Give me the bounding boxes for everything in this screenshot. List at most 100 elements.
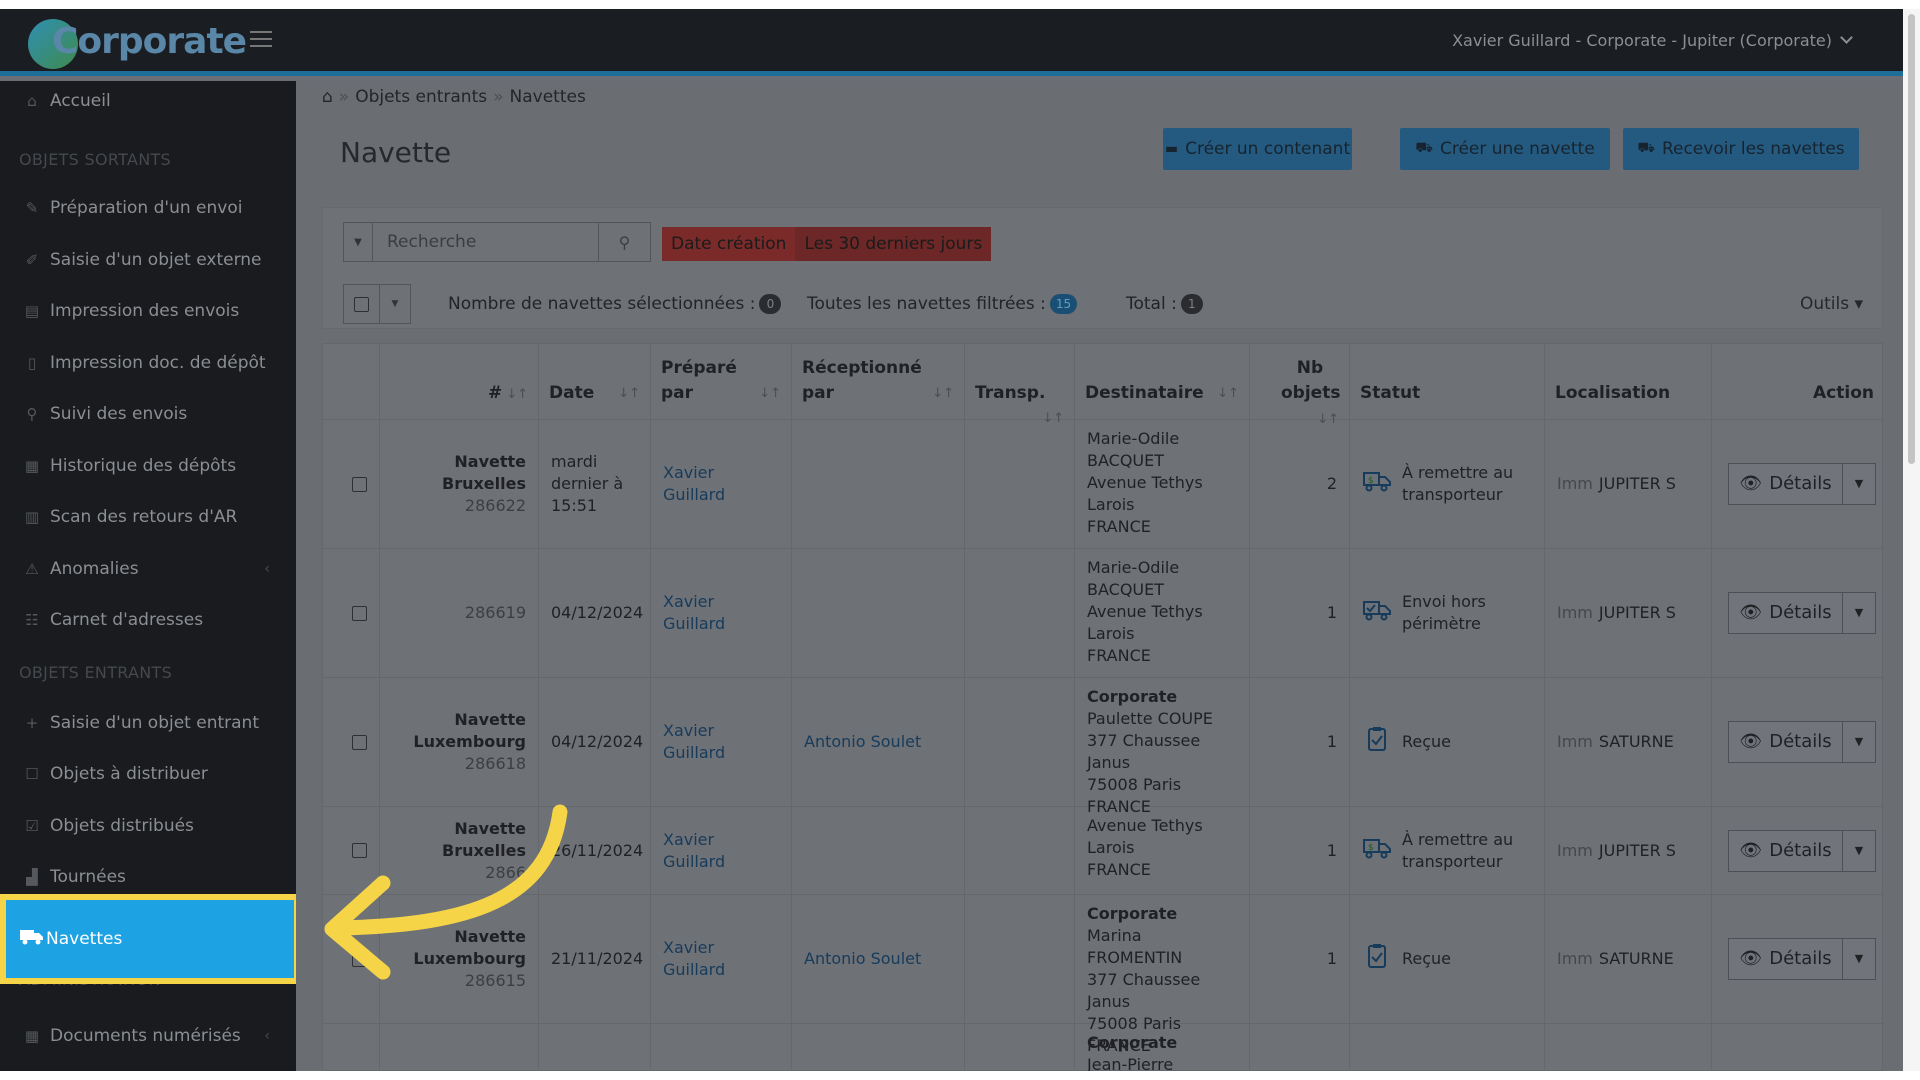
select-dropdown[interactable]: ▼ <box>380 285 410 323</box>
header-prepared[interactable]: Préparé par ↓↑ <box>651 344 792 420</box>
sidebar-item-navettes[interactable]: Navettes <box>0 894 300 984</box>
total-count: Total :1 <box>1126 294 1203 314</box>
sidebar-item-home[interactable]: ⌂ Accueil <box>0 81 296 121</box>
header-nb[interactable]: Nb objets↓↑ <box>1250 344 1350 427</box>
user-menu[interactable]: Xavier Guillard - Corporate - Jupiter (C… <box>1452 31 1853 50</box>
sidebar-item-addressbook[interactable]: ☷ Carnet d'adresses <box>0 600 296 640</box>
receive-shuttles-button[interactable]: ⛟ Recevoir les navettes <box>1623 128 1859 170</box>
header-id[interactable]: # ↓↑ <box>380 344 539 420</box>
sidebar-item-external[interactable]: ✐ Saisie d'un objet externe <box>0 240 296 280</box>
details-button[interactable]: 👁 Détails <box>1729 722 1843 762</box>
details-dropdown[interactable]: ▼ <box>1843 722 1875 762</box>
header-recipient[interactable]: Destinataire ↓↑ <box>1075 344 1250 420</box>
logo[interactable]: Corporate <box>28 13 247 69</box>
shuttle-id: 286622 <box>464 496 526 515</box>
sidebar-item-to-distribute[interactable]: ☐ Objets à distribuer <box>0 754 296 794</box>
row-checkbox[interactable] <box>352 734 367 750</box>
scrollbar[interactable] <box>1903 9 1920 1071</box>
header-select <box>323 344 380 420</box>
tools-dropdown[interactable]: Outils ▾ <box>1800 294 1863 314</box>
prepared-by-link[interactable]: Xavier Guillard <box>663 829 779 873</box>
details-button[interactable]: 👁 Détails <box>1729 830 1843 871</box>
cell-recipient: Corporate Marina FROMENTIN 377 Chaussee Ja… <box>1075 895 1250 1055</box>
status-text: À remettre au transporteur <box>1402 463 1514 504</box>
row-checkbox[interactable] <box>352 476 367 492</box>
prepared-by-link[interactable]: Xavier Guillard <box>663 720 779 764</box>
sidebar-item-history[interactable]: ▦ Historique des dépôts <box>0 446 296 486</box>
dest-line: Larois <box>1087 838 1135 857</box>
search-group: ▼ Recherche ⚲ <box>343 222 651 262</box>
dest-line: Jean-Pierre BRISSET <box>1087 1055 1174 1071</box>
create-container-button[interactable]: ▬ Créer un contenant <box>1163 128 1352 170</box>
details-dropdown[interactable]: ▼ <box>1843 464 1875 504</box>
cell-transp <box>965 549 1075 677</box>
row-select-cell <box>323 1024 380 1071</box>
details-button-group: 👁 Détails ▼ <box>1728 592 1876 634</box>
sidebar-item-prep[interactable]: ✎ Préparation d'un envoi <box>0 188 296 228</box>
table-row: Corporate Jean-Pierre BRISSET <box>323 1024 1884 1071</box>
date-filter-badge[interactable]: Date création Les 30 derniers jours <box>662 227 992 261</box>
sidebar-item-scanned-docs[interactable]: ▦ Documents numérisés ‹ <box>0 1016 296 1056</box>
cell-date: 21/11/2024 <box>539 895 651 1023</box>
header-date[interactable]: Date ↓↑ <box>539 344 651 420</box>
row-checkbox[interactable] <box>352 843 367 858</box>
prepared-by-link[interactable]: Xavier Guillard <box>663 937 779 981</box>
prepared-by-link[interactable]: Xavier Guillard <box>663 591 779 635</box>
received-by-link[interactable]: Antonio Soulet <box>804 948 921 970</box>
details-dropdown[interactable]: ▼ <box>1843 831 1875 871</box>
cell-recipient: Corporate Jean-Pierre BRISSET <box>1075 1024 1250 1071</box>
users-icon: ☷ <box>25 611 39 629</box>
details-button[interactable]: 👁 Détails <box>1729 593 1843 633</box>
sidebar-item-print[interactable]: ▤ Impression des envois <box>0 291 296 331</box>
date-filter-key: Date création <box>662 227 796 261</box>
selected-count: Nombre de navettes sélectionnées :0 <box>448 294 782 314</box>
details-dropdown[interactable]: ▼ <box>1843 593 1875 633</box>
shuttles-table: # ↓↑ Date ↓↑ Préparé par ↓↑ Réceptionné par… <box>322 343 1884 1071</box>
dest-line: Avenue Tethys <box>1087 602 1203 621</box>
pencil-icon: ✎ <box>25 199 39 217</box>
details-button[interactable]: 👁 Détails <box>1729 464 1843 504</box>
received-by-link[interactable]: Antonio Soulet <box>804 731 921 753</box>
sidebar-item-distributed[interactable]: ☑ Objets distribués <box>0 806 296 846</box>
location-value: JUPITER S <box>1598 474 1676 493</box>
search-dropdown[interactable]: ▼ <box>343 222 373 262</box>
shuttle-id: 286615 <box>464 971 526 990</box>
filtered-count: Toutes les navettes filtrées :15 <box>807 294 1078 314</box>
row-date: 04/12/2024 <box>551 732 644 751</box>
cell-date: mardi dernier à 15:51 <box>539 420 651 548</box>
sidebar-item-incoming-entry[interactable]: + Saisie d'un objet entrant <box>0 703 296 743</box>
header-transp[interactable]: Transp. ↓↑ <box>965 344 1075 426</box>
cart-icon: ▟ <box>26 868 38 886</box>
home-icon: ⌂ <box>27 92 37 110</box>
menu-toggle-icon[interactable] <box>250 31 272 47</box>
header-received[interactable]: Réceptionné par ↓↑ <box>792 344 965 420</box>
nb-objects: 1 <box>1326 732 1337 751</box>
home-icon[interactable]: ⌂ <box>322 87 333 107</box>
row-checkbox[interactable] <box>352 605 367 621</box>
create-shuttle-button[interactable]: ⛟ Créer une navette <box>1400 128 1610 170</box>
dest-line: Avenue Tethys <box>1087 473 1203 492</box>
details-button[interactable]: 👁 Détails <box>1729 939 1843 979</box>
sidebar-item-print-doc[interactable]: ▯ Impression doc. de dépôt <box>0 343 296 383</box>
prepared-by-link[interactable]: Xavier Guillard <box>663 462 779 506</box>
breadcrumb-objets-entrants[interactable]: Objets entrants <box>355 87 487 107</box>
cell-status: $ À remettre au transporteur <box>1350 420 1545 548</box>
dest-line: Avenue Tethys <box>1087 816 1203 835</box>
clipboard-check-icon <box>1362 943 1402 975</box>
sidebar-item-tracking[interactable]: ⚲ Suivi des envois <box>0 394 296 434</box>
details-dropdown[interactable]: ▼ <box>1843 939 1875 979</box>
sidebar-item-rounds[interactable]: ▟ Tournées <box>0 857 296 897</box>
user-name: Xavier Guillard - Corporate - Jupiter (C… <box>1452 31 1832 50</box>
search-icon[interactable]: ⚲ <box>599 222 651 262</box>
row-checkbox[interactable] <box>352 951 367 967</box>
dest-line: Paulette COUPE <box>1087 709 1213 728</box>
barcode-icon: ▥ <box>24 508 40 526</box>
select-all-group[interactable]: ▼ <box>343 284 411 324</box>
sidebar-item-scan[interactable]: ▥ Scan des retours d'AR <box>0 497 296 537</box>
cell-status: Reçue <box>1350 678 1545 806</box>
scrollbar-thumb[interactable] <box>1908 14 1915 464</box>
select-all-checkbox[interactable] <box>354 296 369 312</box>
cell-status: Envoi hors périmètre <box>1350 549 1545 677</box>
sidebar-item-anomalies[interactable]: ⚠ Anomalies ‹ <box>0 549 296 589</box>
search-input[interactable]: Recherche <box>373 222 599 262</box>
